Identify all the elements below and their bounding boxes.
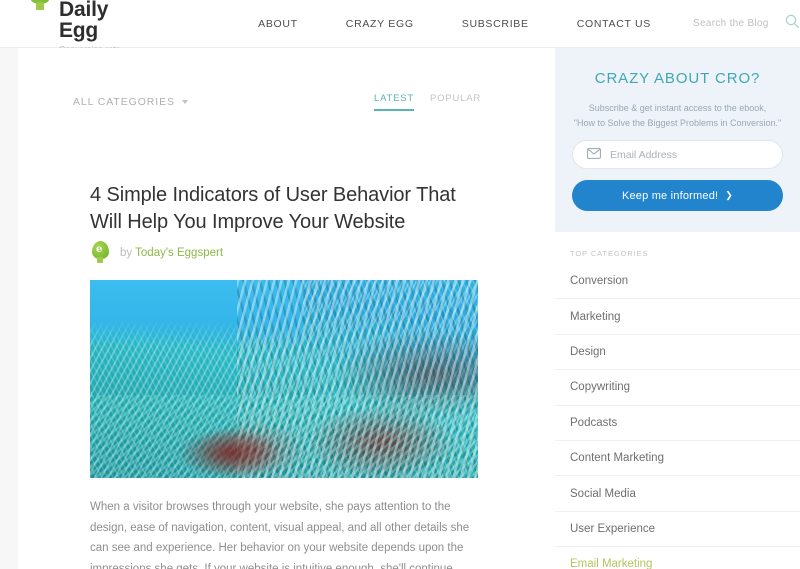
sort-tabs: LATEST POPULAR (373, 93, 481, 111)
sidebar-item-user-experience[interactable]: User Experience (555, 512, 800, 548)
main-content: ALL CATEGORIES LATEST POPULAR 4 Simple I… (18, 48, 555, 569)
cro-signup-box: CRAZY ABOUT CRO? Subscribe & get instant… (555, 48, 800, 232)
keep-me-informed-label: Keep me informed! (621, 189, 719, 202)
body-wrapper: ALL CATEGORIES LATEST POPULAR 4 Simple I… (18, 48, 800, 569)
envelope-icon (587, 146, 601, 164)
cro-title: CRAZY ABOUT CRO? (594, 70, 761, 87)
filter-row: ALL CATEGORIES LATEST POPULAR (73, 93, 481, 111)
site-header: The Daily Egg Conversion rate optimizati… (0, 0, 800, 70)
post-excerpt: When a visitor browses through your webs… (90, 501, 470, 569)
search-box[interactable] (693, 14, 800, 34)
sidebar-item-design[interactable]: Design (555, 335, 800, 371)
all-categories-label: ALL CATEGORIES (73, 96, 175, 108)
sidebar-item-copywriting[interactable]: Copywriting (555, 370, 800, 406)
byline-prefix: by (120, 247, 133, 259)
email-field[interactable] (572, 140, 783, 169)
tab-latest[interactable]: LATEST (373, 93, 414, 111)
nav-item-contact-us[interactable]: CONTACT US (553, 18, 675, 30)
chevron-right-icon: ❯ (725, 190, 734, 200)
top-categories-list: Conversion Marketing Design Copywriting … (555, 264, 800, 569)
sidebar-item-marketing[interactable]: Marketing (555, 299, 800, 335)
egg-avatar-icon (92, 241, 110, 265)
keep-me-informed-button[interactable]: Keep me informed! ❯ (572, 180, 783, 211)
top-categories-header: TOP CATEGORIES (570, 249, 649, 258)
sidebar-item-conversion[interactable]: Conversion (555, 264, 800, 300)
brand-title: The Daily Egg (59, 0, 109, 42)
nav-item-crazy-egg[interactable]: CRAZY EGG (322, 18, 438, 30)
sidebar-item-email-marketing[interactable]: Email Marketing (555, 547, 800, 569)
search-icon[interactable] (785, 14, 800, 34)
cro-subtitle: Subscribe & get instant access to the eb… (555, 101, 800, 131)
egg-logo-icon (28, 0, 52, 12)
cro-subtitle-line1: Subscribe & get instant access to the eb… (588, 103, 767, 113)
main-nav: ABOUT CRAZY EGG SUBSCRIBE CONTACT US (234, 18, 675, 30)
post-author-link[interactable]: Today's Eggspert (135, 247, 223, 259)
sidebar: CRAZY ABOUT CRO? Subscribe & get instant… (555, 48, 800, 569)
post-byline: by Today's Eggspert (92, 241, 223, 265)
all-categories-dropdown[interactable]: ALL CATEGORIES (73, 96, 189, 108)
chevron-down-icon (181, 100, 189, 104)
sidebar-item-podcasts[interactable]: Podcasts (555, 406, 800, 441)
search-input[interactable] (693, 18, 785, 29)
cro-subtitle-line2: "How to Solve the Biggest Problems in Co… (573, 118, 782, 128)
sidebar-item-content-marketing[interactable]: Content Marketing (555, 441, 800, 477)
nav-item-subscribe[interactable]: SUBSCRIBE (438, 18, 553, 30)
sidebar-item-social-media[interactable]: Social Media (555, 476, 800, 512)
page-left-gutter (0, 48, 18, 569)
byline-text: by Today's Eggspert (120, 247, 223, 259)
email-input[interactable] (610, 148, 768, 161)
image-coral-reef (90, 394, 478, 478)
nav-item-about[interactable]: ABOUT (234, 18, 322, 30)
post-featured-image[interactable] (90, 280, 478, 478)
post-title[interactable]: 4 Simple Indicators of User Behavior Tha… (90, 182, 485, 236)
tab-popular[interactable]: POPULAR (430, 93, 481, 111)
page-root: The Daily Egg Conversion rate optimizati… (0, 0, 800, 569)
